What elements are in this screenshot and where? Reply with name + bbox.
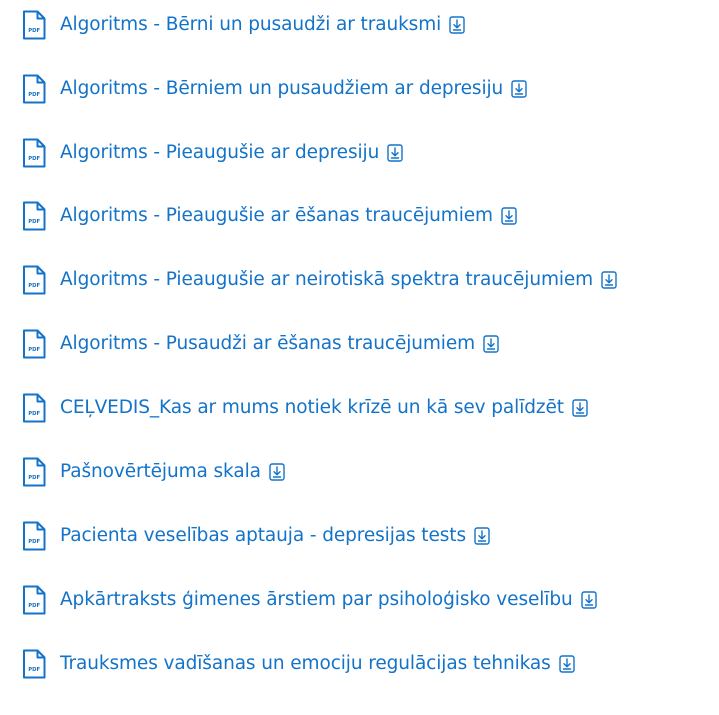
- download-icon[interactable]: [474, 527, 490, 545]
- document-link[interactable]: Pašnovērtējuma skala: [60, 457, 261, 487]
- download-icon[interactable]: [580, 591, 597, 609]
- pdf-file-icon[interactable]: PDF: [22, 521, 46, 551]
- pdf-badge-label: PDF: [28, 475, 40, 481]
- pdf-badge-label: PDF: [28, 347, 40, 353]
- document-item: PDF Pacienta veselības aptauja - depresi…: [22, 521, 490, 551]
- pdf-badge-label: PDF: [28, 603, 40, 609]
- download-icon[interactable]: [601, 271, 617, 289]
- pdf-file-icon[interactable]: PDF: [22, 457, 46, 487]
- document-item: PDF Algoritms - Pieaugušie ar depresiju: [22, 138, 403, 168]
- document-item: PDF Algoritms - Pieaugušie ar neirotiskā…: [22, 265, 617, 295]
- pdf-badge-label: PDF: [28, 28, 40, 34]
- pdf-file-icon[interactable]: PDF: [22, 585, 46, 615]
- pdf-file-icon[interactable]: PDF: [22, 329, 46, 359]
- download-icon[interactable]: [269, 463, 285, 481]
- document-link[interactable]: Algoritms - Pusaudži ar ēšanas traucējum…: [60, 329, 475, 359]
- pdf-badge-label: PDF: [28, 92, 40, 98]
- pdf-badge-label: PDF: [28, 667, 40, 673]
- document-link[interactable]: Algoritms - Bērniem un pusaudžiem ar dep…: [60, 74, 503, 104]
- document-item: PDF Algoritms - Bērni un pusaudži ar tra…: [22, 10, 465, 40]
- download-icon[interactable]: [511, 80, 527, 98]
- pdf-badge-label: PDF: [28, 283, 40, 289]
- document-item: PDF Pašnovērtējuma skala: [22, 457, 285, 487]
- download-icon[interactable]: [449, 16, 465, 34]
- pdf-badge-label: PDF: [28, 539, 40, 545]
- document-link[interactable]: Algoritms - Pieaugušie ar ēšanas traucēj…: [60, 201, 493, 231]
- document-item: PDF Apkārtraksts ģimenes ārstiem par psi…: [22, 585, 597, 615]
- document-item: PDF Algoritms - Pusaudži ar ēšanas trauc…: [22, 329, 499, 359]
- document-link[interactable]: Pacienta veselības aptauja - depresijas …: [60, 521, 466, 551]
- document-link[interactable]: Apkārtraksts ģimenes ārstiem par psiholo…: [60, 585, 573, 615]
- download-icon[interactable]: [501, 207, 517, 225]
- document-item: PDF CEĻVEDIS_Kas ar mums notiek krīzē un…: [22, 393, 588, 423]
- download-icon[interactable]: [572, 399, 588, 417]
- document-item: PDF Trauksmes vadīšanas un emociju regul…: [22, 649, 575, 679]
- pdf-badge-label: PDF: [28, 411, 40, 417]
- document-item: PDF Algoritms - Pieaugušie ar ēšanas tra…: [22, 201, 517, 231]
- pdf-file-icon[interactable]: PDF: [22, 138, 46, 168]
- pdf-file-icon[interactable]: PDF: [22, 74, 46, 104]
- pdf-file-icon[interactable]: PDF: [22, 201, 46, 231]
- pdf-badge-label: PDF: [28, 219, 40, 225]
- pdf-file-icon[interactable]: PDF: [22, 393, 46, 423]
- download-icon[interactable]: [558, 655, 575, 673]
- document-link[interactable]: Algoritms - Bērni un pusaudži ar trauksm…: [60, 10, 441, 40]
- download-icon[interactable]: [387, 144, 403, 162]
- document-link[interactable]: Algoritms - Pieaugušie ar depresiju: [60, 138, 379, 168]
- document-link[interactable]: Trauksmes vadīšanas un emociju regulācij…: [60, 649, 551, 679]
- pdf-file-icon[interactable]: PDF: [22, 265, 46, 295]
- pdf-file-icon[interactable]: PDF: [22, 649, 46, 679]
- download-icon[interactable]: [483, 335, 499, 353]
- document-item: PDF Algoritms - Bērniem un pusaudžiem ar…: [22, 74, 527, 104]
- pdf-badge-label: PDF: [28, 156, 40, 162]
- pdf-file-icon[interactable]: PDF: [22, 10, 46, 40]
- document-link[interactable]: CEĻVEDIS_Kas ar mums notiek krīzē un kā …: [60, 393, 564, 423]
- document-link[interactable]: Algoritms - Pieaugušie ar neirotiskā spe…: [60, 265, 593, 295]
